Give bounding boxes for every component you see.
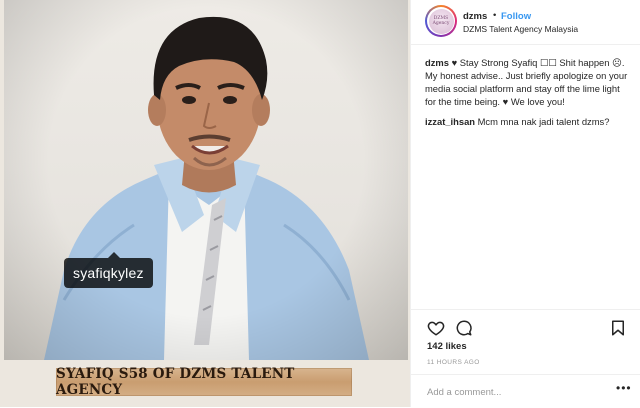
post-sidebar: DZMS Agency dzms • Follow DZMS Talent Ag… — [410, 0, 640, 407]
header-separator: • — [493, 10, 497, 21]
action-bar — [411, 309, 640, 336]
more-icon[interactable]: ••• — [616, 381, 632, 395]
follow-button[interactable]: Follow — [501, 11, 531, 22]
comment-username[interactable]: dzms — [425, 57, 449, 68]
comment-item: dzms ♥ Stay Strong Syafiq ☐☐ Shit happen… — [425, 56, 631, 108]
comment-username[interactable]: izzat_ihsan — [425, 116, 475, 127]
avatar[interactable]: DZMS Agency — [425, 5, 457, 37]
name-banner: SYAFIQ S58 OF DZMS TALENT AGENCY — [56, 366, 352, 398]
heart-icon[interactable] — [427, 319, 445, 337]
location-link[interactable]: DZMS Talent Agency Malaysia — [463, 24, 578, 34]
add-comment-bar: ••• — [411, 374, 640, 408]
bookmark-icon[interactable] — [609, 319, 627, 337]
post-media[interactable]: syafiqkylez SYAFIQ S58 OF DZMS TALENT AG… — [0, 0, 410, 407]
comment-item: izzat_ihsan Mcm mna nak jadi talent dzms… — [425, 115, 631, 128]
comment-input[interactable] — [425, 383, 599, 401]
comments-list: dzms ♥ Stay Strong Syafiq ☐☐ Shit happen… — [425, 56, 631, 135]
comment-text: Mcm mna nak jadi talent dzms? — [477, 116, 610, 127]
likes-count[interactable]: 142 likes — [427, 341, 467, 352]
avatar-logo: DZMS Agency — [428, 8, 454, 34]
comment-icon[interactable] — [455, 319, 473, 337]
avatar-ring-inner: DZMS Agency — [427, 7, 455, 35]
photo-vignette — [4, 0, 408, 360]
banner-text: SYAFIQ S58 OF DZMS TALENT AGENCY — [56, 366, 295, 398]
banner-area: SYAFIQ S58 OF DZMS TALENT AGENCY — [0, 360, 410, 407]
user-tag-label[interactable]: syafiqkylez — [64, 252, 153, 288]
username-link[interactable]: dzms — [463, 11, 487, 22]
post-photo[interactable]: syafiqkylez — [4, 0, 408, 360]
comment-text: ♥ Stay Strong Syafiq ☐☐ Shit happen ☹. M… — [425, 57, 628, 107]
post-timestamp: 11 HOURS AGO — [427, 359, 480, 366]
post-header: DZMS Agency dzms • Follow DZMS Talent Ag… — [411, 0, 640, 45]
